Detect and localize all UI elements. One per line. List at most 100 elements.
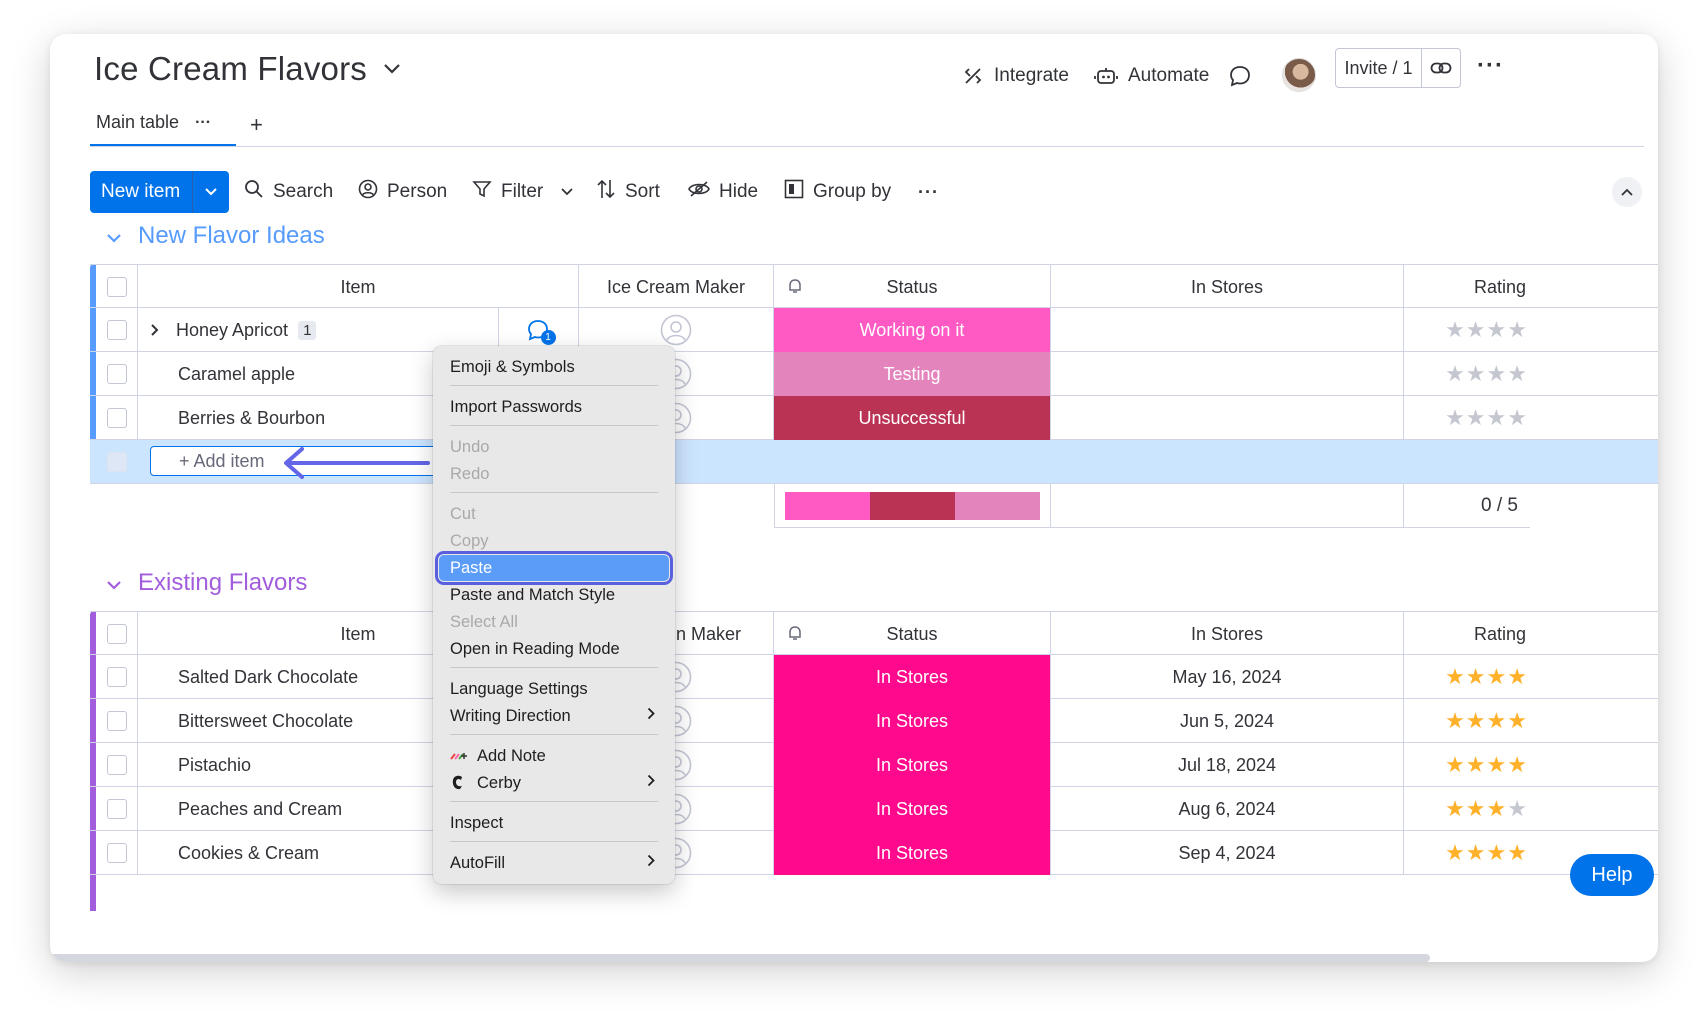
rating-star-icon[interactable]: ★ xyxy=(1507,317,1528,343)
status-cell[interactable]: Unsuccessful xyxy=(774,396,1051,440)
group-by-button[interactable]: Group by xyxy=(784,171,891,213)
help-button[interactable]: Help xyxy=(1570,854,1654,896)
sort-button[interactable]: Sort xyxy=(596,171,660,213)
rating-cell[interactable]: ★ ★ ★ ★ xyxy=(1404,396,1530,440)
row-checkbox[interactable] xyxy=(106,755,127,775)
rating-star-icon[interactable]: ★ xyxy=(1466,317,1487,343)
table-row[interactable]: Pistachio In Stores Jul 18, 2024 ★ ★ ★ ★ xyxy=(90,743,1658,787)
rating-star-icon[interactable]: ★ xyxy=(1487,752,1508,778)
rating-cell[interactable]: ★ ★ ★ ★ xyxy=(1404,308,1530,352)
table-row[interactable]: Berries & Bourbon Unsuccessful ★ ★ ★ ★ xyxy=(90,396,1658,440)
column-header-item[interactable]: Item xyxy=(138,265,579,309)
rating-star-icon[interactable]: ★ xyxy=(1507,796,1528,822)
toolbar-more-button[interactable]: ··· xyxy=(918,171,939,213)
status-cell[interactable]: In Stores xyxy=(774,655,1051,699)
rating-star-icon[interactable]: ★ xyxy=(1487,361,1508,387)
rating-star-icon[interactable]: ★ xyxy=(1466,405,1487,431)
hide-button[interactable]: Hide xyxy=(688,171,758,213)
group-collapse-chevron-icon[interactable] xyxy=(106,222,122,250)
menu-item-paste-match-style[interactable]: Paste and Match Style xyxy=(439,582,669,608)
tab-more-button[interactable]: ··· xyxy=(195,114,211,132)
rating-star-icon[interactable]: ★ xyxy=(1466,708,1487,734)
in-stores-date-cell[interactable] xyxy=(1051,308,1404,352)
filter-chevron-icon[interactable] xyxy=(560,181,574,203)
group-collapse-chevron-icon[interactable] xyxy=(106,569,122,597)
menu-item-autofill[interactable]: AutoFill xyxy=(439,850,669,876)
rating-star-icon[interactable]: ★ xyxy=(1445,664,1466,690)
rating-star-icon[interactable]: ★ xyxy=(1445,840,1466,866)
rating-cell[interactable]: ★ ★ ★ ★ xyxy=(1404,699,1530,743)
select-all-checkbox[interactable] xyxy=(106,624,127,644)
in-stores-date-cell[interactable]: Jun 5, 2024 xyxy=(1051,699,1404,743)
rating-star-icon[interactable]: ★ xyxy=(1487,708,1508,734)
menu-item-import-passwords[interactable]: Import Passwords xyxy=(439,394,669,420)
collapse-toolbar-button[interactable] xyxy=(1612,177,1642,207)
status-cell[interactable]: Testing xyxy=(774,352,1051,396)
rating-star-icon[interactable]: ★ xyxy=(1466,752,1487,778)
table-row[interactable]: Peaches and Cream In Stores Aug 6, 2024 ★ ★ ★… xyxy=(90,787,1658,831)
rating-star-icon[interactable]: ★ xyxy=(1507,752,1528,778)
column-header-status[interactable]: Status xyxy=(774,612,1051,656)
add-view-button[interactable]: + xyxy=(250,112,263,138)
select-all-checkbox[interactable] xyxy=(106,277,127,297)
rating-star-icon[interactable]: ★ xyxy=(1507,664,1528,690)
rating-star-icon[interactable]: ★ xyxy=(1487,317,1508,343)
status-cell[interactable]: In Stores xyxy=(774,787,1051,831)
rating-cell[interactable]: ★ ★ ★ ★ xyxy=(1404,352,1530,396)
in-stores-date-cell[interactable]: Jul 18, 2024 xyxy=(1051,743,1404,787)
rating-star-icon[interactable]: ★ xyxy=(1507,708,1528,734)
group-header-existing-flavors[interactable]: Existing Flavors xyxy=(106,569,307,597)
status-cell[interactable]: Working on it xyxy=(774,308,1051,352)
rating-star-icon[interactable]: ★ xyxy=(1507,840,1528,866)
in-stores-date-cell[interactable]: Aug 6, 2024 xyxy=(1051,787,1404,831)
rating-star-icon[interactable]: ★ xyxy=(1445,752,1466,778)
menu-item-paste[interactable]: Paste xyxy=(435,551,673,585)
in-stores-date-cell[interactable]: May 16, 2024 xyxy=(1051,655,1404,699)
menu-item-language-settings[interactable]: Language Settings xyxy=(439,676,669,702)
column-header-in-stores[interactable]: In Stores xyxy=(1051,612,1404,656)
status-summary-cell[interactable] xyxy=(774,484,1051,528)
rating-star-icon[interactable]: ★ xyxy=(1507,361,1528,387)
in-stores-date-cell[interactable] xyxy=(1051,396,1404,440)
menu-item-reading-mode[interactable]: Open in Reading Mode xyxy=(439,636,669,662)
status-cell[interactable]: In Stores xyxy=(774,699,1051,743)
filter-button[interactable]: Filter xyxy=(472,171,574,213)
column-header-status[interactable]: Status xyxy=(774,265,1051,309)
row-checkbox[interactable] xyxy=(106,711,127,731)
copy-link-icon[interactable] xyxy=(1422,49,1460,87)
rating-star-icon[interactable]: ★ xyxy=(1466,796,1487,822)
rating-star-icon[interactable]: ★ xyxy=(1466,664,1487,690)
new-item-dropdown-icon[interactable] xyxy=(193,171,229,213)
in-stores-date-cell[interactable]: Sep 4, 2024 xyxy=(1051,831,1404,875)
board-more-button[interactable]: ··· xyxy=(1477,52,1504,80)
automate-button[interactable]: Automate xyxy=(1094,56,1209,96)
rating-star-icon[interactable]: ★ xyxy=(1507,405,1528,431)
menu-item-emoji-symbols[interactable]: Emoji & Symbols xyxy=(439,354,669,380)
column-header-maker[interactable]: Ice Cream Maker xyxy=(579,265,774,309)
rating-star-icon[interactable]: ★ xyxy=(1445,796,1466,822)
rating-star-icon[interactable]: ★ xyxy=(1487,840,1508,866)
row-checkbox[interactable] xyxy=(106,408,127,428)
table-row[interactable]: Cookies & Cream In Stores Sep 4, 2024 ★ ★ ★ ★ xyxy=(90,831,1658,875)
table-row[interactable]: Honey Apricot 1 1 Working on it ★ ★ ★ ★ xyxy=(90,308,1658,352)
rating-star-icon[interactable]: ★ xyxy=(1487,405,1508,431)
rating-star-icon[interactable]: ★ xyxy=(1487,664,1508,690)
table-row[interactable]: Caramel apple Testing ★ ★ ★ ★ xyxy=(90,352,1658,396)
menu-item-add-note[interactable]: Add Note xyxy=(439,743,669,769)
invite-button[interactable]: Invite / 1 xyxy=(1336,49,1422,87)
rating-star-icon[interactable]: ★ xyxy=(1445,405,1466,431)
status-cell[interactable]: In Stores xyxy=(774,743,1051,787)
menu-item-cerby[interactable]: Cerby xyxy=(439,770,669,796)
chevron-down-icon[interactable] xyxy=(383,59,401,80)
status-cell[interactable]: In Stores xyxy=(774,831,1051,875)
row-checkbox[interactable] xyxy=(106,799,127,819)
rating-star-icon[interactable]: ★ xyxy=(1445,708,1466,734)
board-title[interactable]: Ice Cream Flavors xyxy=(94,50,401,88)
rating-star-icon[interactable]: ★ xyxy=(1487,796,1508,822)
group-header-new-flavor-ideas[interactable]: New Flavor Ideas xyxy=(106,222,325,250)
rating-cell[interactable]: ★ ★ ★ ★ xyxy=(1404,743,1530,787)
avatar[interactable] xyxy=(1282,58,1316,92)
rating-cell[interactable]: ★ ★ ★ ★ xyxy=(1404,655,1530,699)
horizontal-scrollbar[interactable] xyxy=(50,954,1430,962)
row-checkbox[interactable] xyxy=(106,843,127,863)
